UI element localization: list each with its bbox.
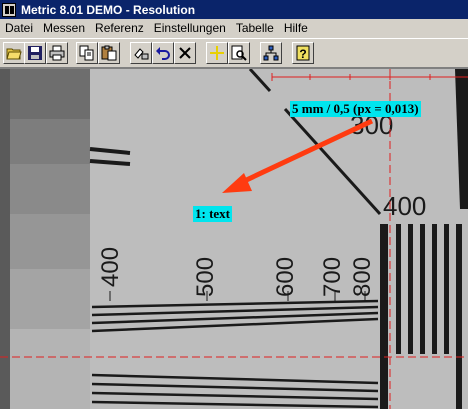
save-button[interactable] <box>24 42 46 64</box>
help-icon: ? <box>296 45 310 61</box>
image-canvas[interactable]: 300 400 400 500 600 700 800 5 mm / 0,5 (… <box>0 68 468 409</box>
menu-tabelle[interactable]: Tabelle <box>231 19 279 38</box>
scale-number-v500: 500 <box>192 257 219 297</box>
network-tree-icon <box>263 45 279 61</box>
measurement-label[interactable]: 5 mm / 0,5 (px = 0,013) <box>290 101 421 117</box>
menu-messen[interactable]: Messen <box>38 19 90 38</box>
open-button[interactable] <box>3 42 25 64</box>
menu-hilfe[interactable]: Hilfe <box>279 19 313 38</box>
title-bar: Metric 8.01 DEMO - Resolution <box>0 0 468 19</box>
app-icon <box>2 2 16 17</box>
svg-text:?: ? <box>299 47 306 61</box>
menu-referenz[interactable]: Referenz <box>90 19 149 38</box>
copy-button[interactable] <box>76 42 98 64</box>
window-title: Metric 8.01 DEMO - Resolution <box>21 2 196 17</box>
scale-number-v800: 800 <box>349 257 376 297</box>
zoom-page-icon <box>231 45 247 61</box>
measure-tool-button[interactable] <box>130 42 152 64</box>
measure-tool-icon <box>134 48 149 60</box>
undo-icon <box>156 47 170 60</box>
print-icon <box>49 45 65 61</box>
text-annotation-label[interactable]: 1: text <box>193 206 233 222</box>
delete-button[interactable] <box>174 42 196 64</box>
save-disk-icon <box>28 46 42 60</box>
menu-datei[interactable]: Datei <box>0 19 38 38</box>
open-folder-icon <box>6 48 22 60</box>
resolution-target-image: 300 400 400 500 600 700 800 <box>0 69 468 409</box>
paste-button[interactable] <box>98 42 120 64</box>
scale-number-v700: 700 <box>319 257 346 297</box>
scale-number-v600: 600 <box>272 257 299 297</box>
toolbar: ? <box>0 38 468 68</box>
delete-x-icon <box>179 47 191 59</box>
scale-number-v400: 400 <box>97 247 124 287</box>
menu-bar: Datei Messen Referenz Einstellungen Tabe… <box>0 19 468 38</box>
crosshair-button[interactable] <box>206 42 228 64</box>
undo-button[interactable] <box>152 42 174 64</box>
zoom-page-button[interactable] <box>228 42 250 64</box>
menu-einstellungen[interactable]: Einstellungen <box>149 19 231 38</box>
crosshair-icon <box>210 46 224 60</box>
copy-icon <box>79 45 94 61</box>
network-tree-button[interactable] <box>260 42 282 64</box>
print-button[interactable] <box>46 42 68 64</box>
help-button[interactable]: ? <box>292 42 314 64</box>
paste-icon <box>101 45 117 61</box>
